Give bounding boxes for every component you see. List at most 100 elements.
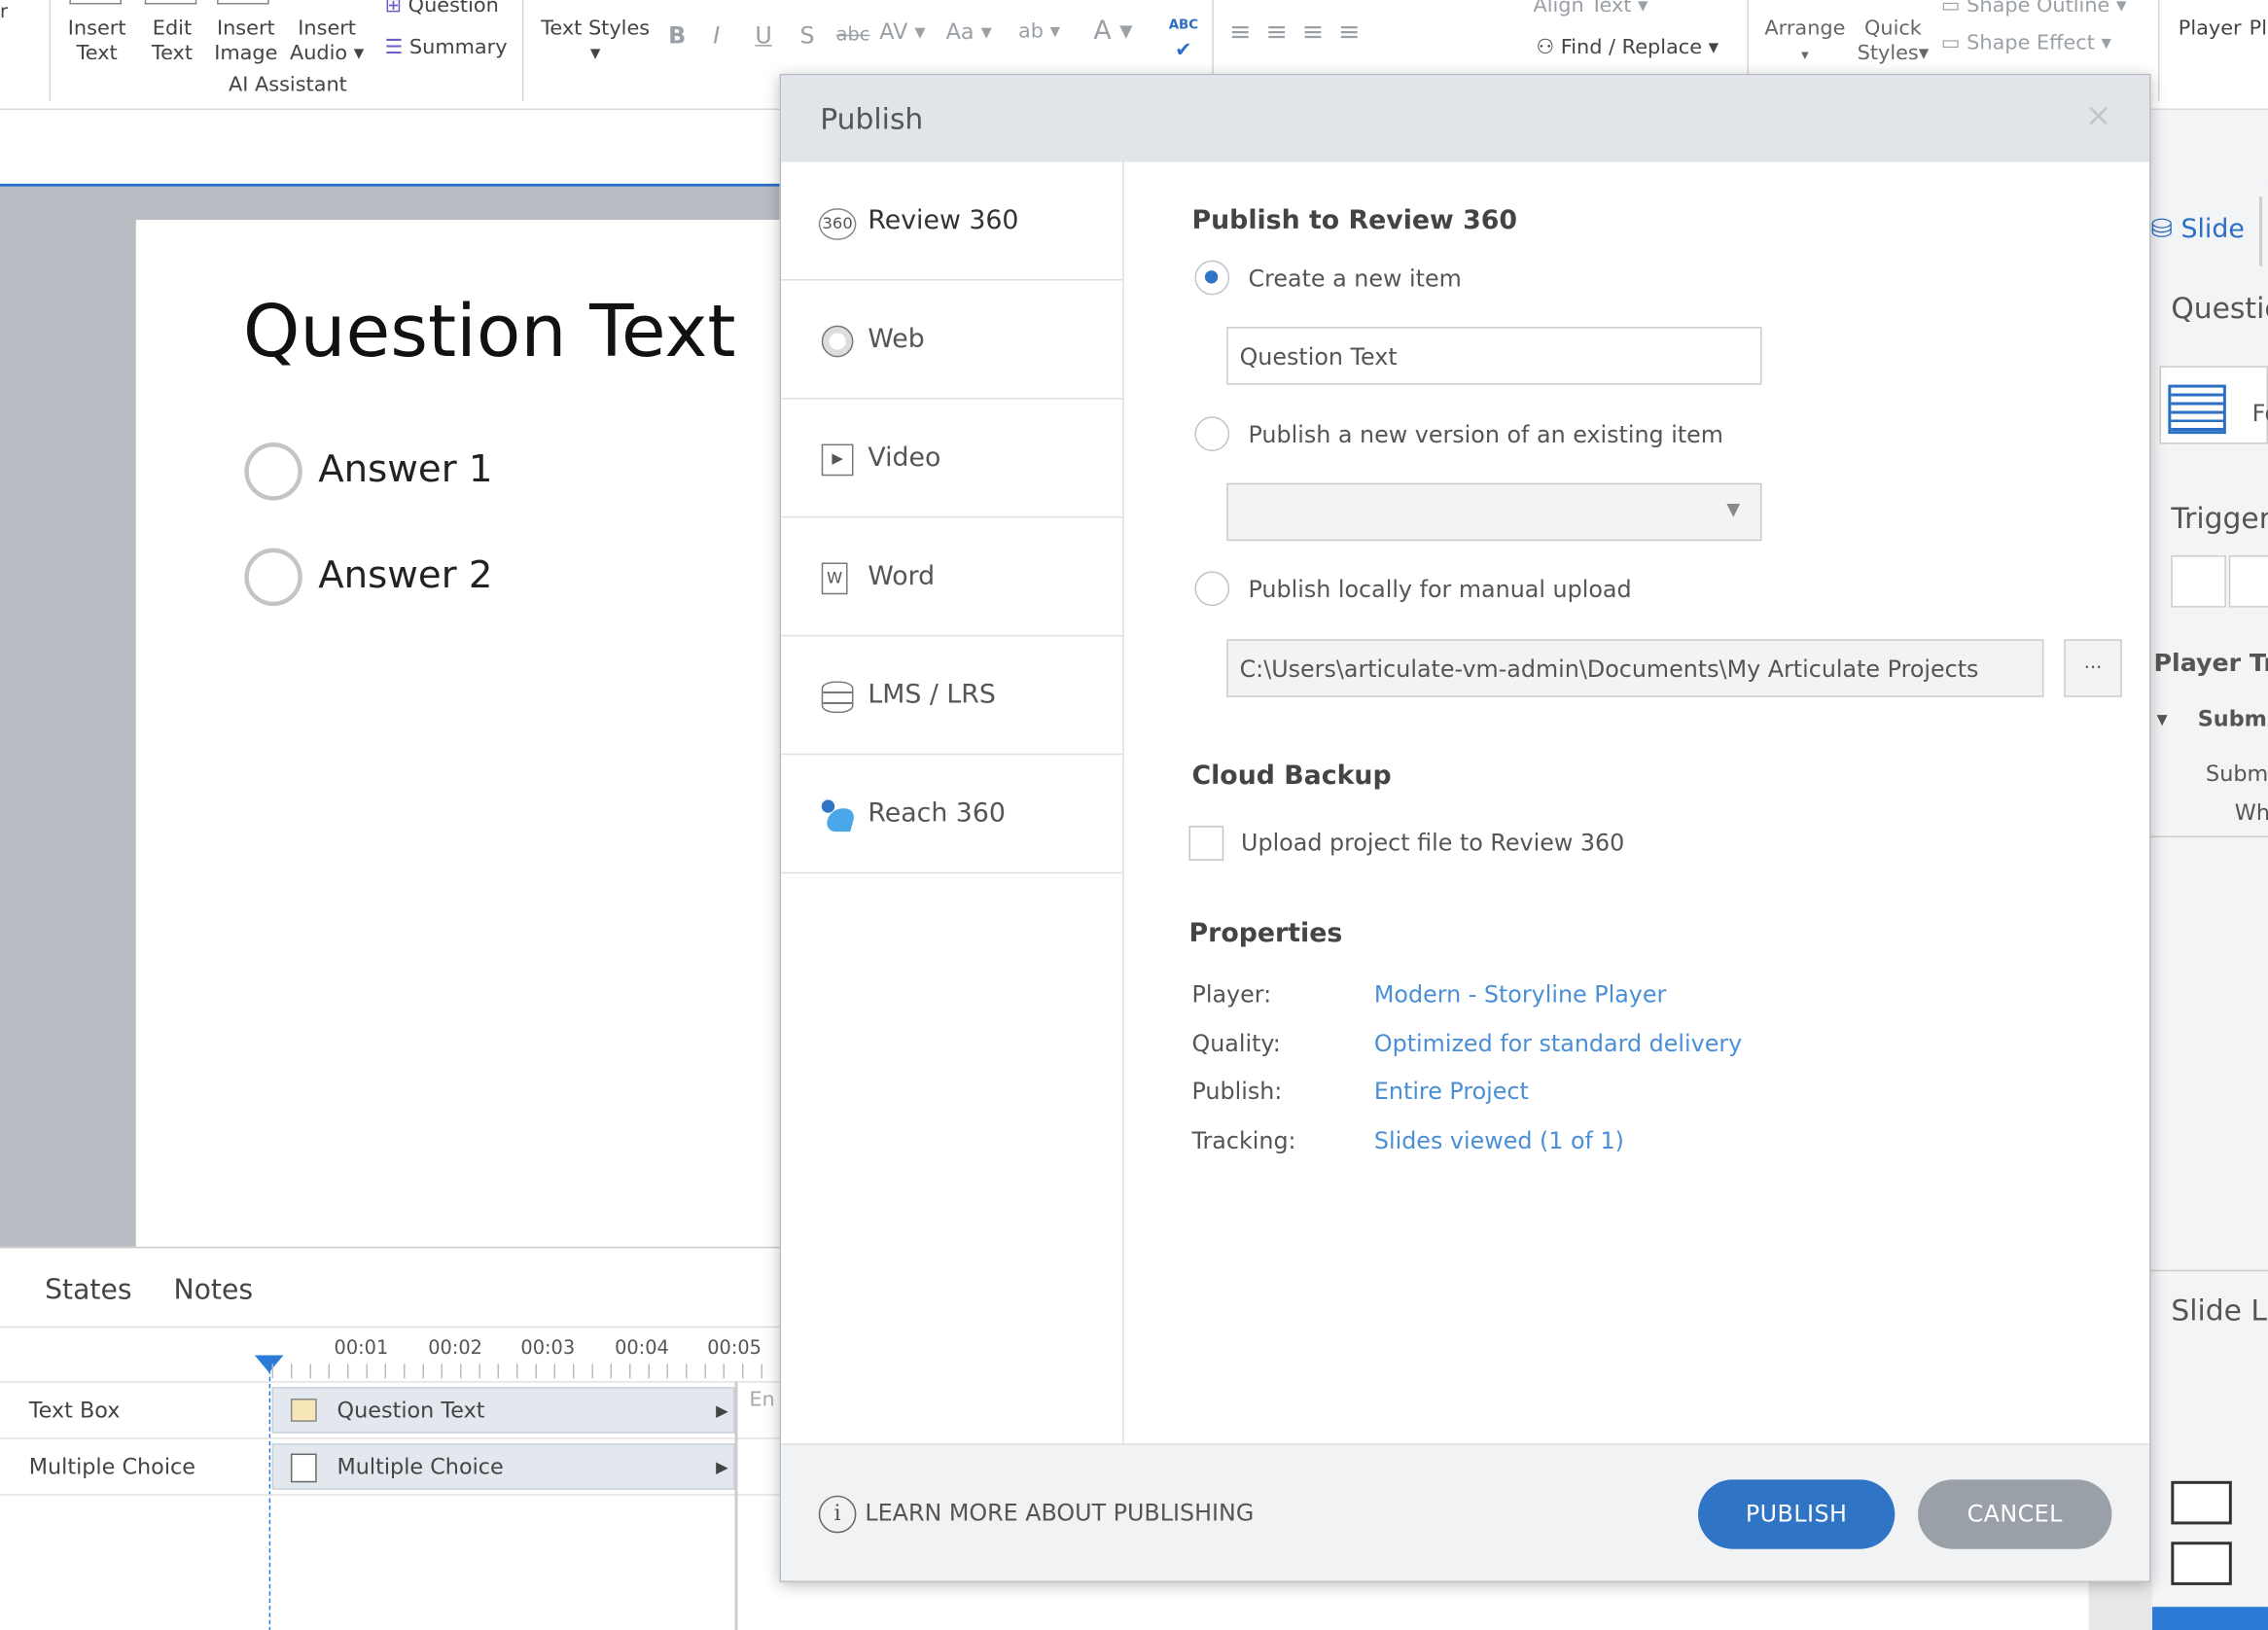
tab-states[interactable]: States bbox=[45, 1274, 132, 1306]
answer-1-radio[interactable] bbox=[244, 443, 302, 501]
question-icon: ⊞ bbox=[384, 0, 403, 18]
tab-notes[interactable]: Notes bbox=[173, 1274, 253, 1306]
nav-reach-360[interactable]: Reach 360 bbox=[781, 755, 1124, 874]
find-replace-button[interactable]: ⚇ Find / Replace ▾ bbox=[1536, 36, 1719, 60]
text-styles-button[interactable]: Text Styles ▾ bbox=[541, 18, 650, 67]
submit-group[interactable]: ▾ Subm bbox=[2156, 706, 2266, 732]
shadow-button[interactable]: S bbox=[799, 23, 814, 48]
row-name: Multiple Choice bbox=[28, 1453, 196, 1480]
publish-button[interactable]: PUBLISH bbox=[1698, 1479, 1896, 1549]
dialog-header: Publish × bbox=[781, 75, 2150, 162]
ribbon-cut-text: r bbox=[0, 1, 8, 23]
prop-tracking-link[interactable]: Slides viewed (1 of 1) bbox=[1374, 1126, 1624, 1153]
new-version-label[interactable]: Publish a new version of an existing ite… bbox=[1248, 421, 1722, 448]
info-icon: i bbox=[818, 1495, 857, 1534]
review-360-icon: 360 bbox=[818, 208, 857, 240]
form-view-icon[interactable] bbox=[2168, 384, 2226, 435]
learn-more-link[interactable]: i LEARN MORE ABOUT PUBLISHING bbox=[818, 1495, 1254, 1534]
nav-word[interactable]: W Word bbox=[781, 517, 1124, 637]
prop-player-link[interactable]: Modern - Storyline Player bbox=[1374, 980, 1666, 1008]
slide-canvas[interactable] bbox=[135, 220, 782, 1247]
upload-project-checkbox[interactable] bbox=[1188, 826, 1224, 861]
timeline-bar[interactable]: Question Text ▶ bbox=[271, 1387, 735, 1434]
prop-publish-key: Publish: bbox=[1191, 1077, 1283, 1106]
highlight-button[interactable]: ab ▾ bbox=[1018, 20, 1060, 45]
properties-title: Properties bbox=[1188, 918, 1343, 949]
slide-tab[interactable]: ⛁ Slide bbox=[2151, 214, 2245, 244]
browse-button[interactable]: ... bbox=[2064, 639, 2122, 697]
database-icon bbox=[821, 681, 854, 714]
font-color-button[interactable]: A ▾ bbox=[1093, 18, 1132, 45]
existing-item-select[interactable]: ▼ bbox=[1226, 482, 1762, 542]
create-new-item-radio[interactable] bbox=[1194, 260, 1230, 296]
edit-trigger-icon[interactable] bbox=[2228, 555, 2268, 608]
close-icon[interactable]: × bbox=[2085, 98, 2111, 134]
prop-quality-link[interactable]: Optimized for standard delivery bbox=[1374, 1030, 1742, 1057]
nav-video[interactable]: ▶ Video bbox=[781, 399, 1124, 518]
answer-1-label[interactable]: Answer 1 bbox=[318, 448, 492, 492]
slide-question-title[interactable]: Question Text bbox=[243, 289, 736, 372]
summary-button[interactable]: ☰ Summary bbox=[385, 36, 508, 60]
layer-thumb-icon[interactable] bbox=[2171, 1541, 2232, 1585]
upload-project-label[interactable]: Upload project file to Review 360 bbox=[1241, 829, 1624, 856]
insert-image-button[interactable]: Insert Image bbox=[211, 18, 280, 67]
spellcheck-icon[interactable]: ABC ✔ bbox=[1169, 15, 1198, 67]
shape-effect-button[interactable]: ▭ Shape Effect ▾ bbox=[1941, 32, 2111, 56]
dialog-footer: i LEARN MORE ABOUT PUBLISHING PUBLISH CAN… bbox=[781, 1443, 2150, 1581]
triggers-title: Trigger bbox=[2171, 500, 2268, 536]
prop-quality-key: Quality: bbox=[1191, 1029, 1281, 1058]
publish-locally-label[interactable]: Publish locally for manual upload bbox=[1248, 576, 1631, 603]
nav-label: Video bbox=[868, 443, 941, 474]
nav-lms-lrs[interactable]: LMS / LRS bbox=[781, 636, 1124, 756]
nav-label: LMS / LRS bbox=[868, 679, 996, 711]
quick-styles-button[interactable]: Quick Styles▾ bbox=[1858, 18, 1930, 67]
underline-button[interactable]: U bbox=[755, 23, 771, 48]
submit-trigger[interactable]: Subm bbox=[2206, 761, 2268, 787]
new-item-title-input[interactable] bbox=[1226, 327, 1762, 385]
player-button[interactable]: Player bbox=[2179, 18, 2242, 42]
publish-dialog: Publish × 360 Review 360 Web ▶ Video W W… bbox=[779, 73, 2151, 1582]
tick-label: 00:05 bbox=[707, 1337, 762, 1360]
question-button[interactable]: ⊞ Question bbox=[385, 0, 499, 18]
publish-locally-radio[interactable] bbox=[1194, 571, 1230, 607]
group-label-ai-assistant: AI Assistant bbox=[228, 73, 347, 97]
local-path-input[interactable]: C:\Users\articulate-vm-admin\Documents\M… bbox=[1226, 639, 2044, 697]
align-buttons[interactable]: ≡≡≡≡ bbox=[1229, 19, 1374, 46]
cloud-backup-title: Cloud Backup bbox=[1191, 761, 1392, 792]
reach-360-icon bbox=[821, 799, 857, 833]
new-version-radio[interactable] bbox=[1194, 416, 1230, 451]
new-trigger-icon[interactable] bbox=[2171, 555, 2226, 608]
strikethrough-button[interactable]: abc bbox=[836, 23, 870, 48]
nav-review-360[interactable]: 360 Review 360 bbox=[781, 162, 1124, 281]
form-view-label: Fo bbox=[2251, 399, 2268, 427]
video-icon: ▶ bbox=[821, 443, 854, 477]
timeline-bar[interactable]: Multiple Choice ▶ bbox=[271, 1443, 735, 1490]
char-spacing-button[interactable]: AV ▾ bbox=[879, 19, 925, 45]
timeline-ruler bbox=[271, 1364, 782, 1379]
create-new-item-label[interactable]: Create a new item bbox=[1248, 265, 1461, 292]
row-name: Text Box bbox=[28, 1397, 121, 1424]
align-text-button[interactable]: Align Text ▾ bbox=[1533, 0, 1648, 18]
answer-2-label[interactable]: Answer 2 bbox=[318, 554, 492, 598]
nav-label: Review 360 bbox=[868, 205, 1019, 236]
nav-label: Web bbox=[868, 324, 925, 355]
insert-text-button[interactable]: Insert Text bbox=[66, 18, 126, 67]
tick-label: 00:04 bbox=[615, 1337, 669, 1360]
italic-button[interactable]: I bbox=[713, 23, 720, 48]
timeline-row[interactable]: Multiple Choice Multiple Choice ▶ bbox=[0, 1437, 782, 1494]
tick-label: 00:03 bbox=[520, 1337, 576, 1360]
layer-thumb-icon[interactable] bbox=[2171, 1480, 2232, 1525]
cancel-button[interactable]: CANCEL bbox=[1918, 1479, 2112, 1549]
insert-audio-button[interactable]: Insert Audio ▾ bbox=[286, 18, 367, 67]
timeline-row[interactable]: Text Box Question Text ▶ En bbox=[0, 1381, 782, 1437]
layer-selected[interactable] bbox=[2136, 1607, 2268, 1630]
arrange-button[interactable]: Arrange ▾ bbox=[1764, 18, 1845, 68]
prop-publish-link[interactable]: Entire Project bbox=[1374, 1078, 1529, 1105]
answer-2-radio[interactable] bbox=[244, 548, 302, 607]
change-case-button[interactable]: Aa ▾ bbox=[946, 19, 992, 45]
shape-outline-button[interactable]: ▭ Shape Outline ▾ bbox=[1941, 0, 2127, 18]
right-panel: ⛁ Slide Questic Fo Trigger Player Tri ▾ … bbox=[2136, 110, 2268, 1630]
nav-web[interactable]: Web bbox=[781, 281, 1124, 400]
edit-text-button[interactable]: Edit Text bbox=[145, 18, 200, 67]
bold-button[interactable]: B bbox=[668, 23, 686, 48]
